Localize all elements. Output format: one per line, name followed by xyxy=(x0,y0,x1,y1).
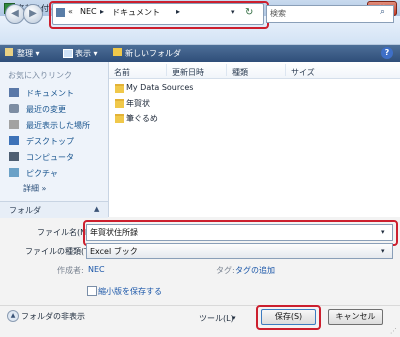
list-item[interactable]: My Data Sources xyxy=(126,83,193,92)
cancel-button[interactable]: キャンセル xyxy=(328,309,383,325)
divider xyxy=(0,305,400,306)
address-highlight-box xyxy=(49,1,269,29)
tag-add-link[interactable]: タグの追加 xyxy=(235,265,275,276)
folders-label: フォルダ xyxy=(9,206,41,215)
desktop-icon xyxy=(9,136,19,145)
forward-button[interactable]: ▶ xyxy=(23,4,43,24)
search-placeholder: 検索 xyxy=(270,9,286,18)
column-divider[interactable] xyxy=(285,64,286,76)
save-thumbnail-checkbox[interactable] xyxy=(87,286,97,296)
view-button[interactable]: 表示 ▾ xyxy=(75,48,98,59)
folder-icon xyxy=(115,99,124,108)
column-divider[interactable] xyxy=(226,64,227,76)
column-size[interactable]: サイズ xyxy=(291,67,315,78)
chevron-down-icon[interactable]: ▾ xyxy=(381,247,385,255)
folder-icon xyxy=(115,84,124,93)
sidebar-item-desktop[interactable]: デスクトップ xyxy=(26,136,74,147)
view-icon xyxy=(63,49,73,58)
collapse-icon[interactable]: ▲ xyxy=(7,310,19,322)
recent-changes-icon xyxy=(9,104,19,113)
column-divider[interactable] xyxy=(166,64,167,76)
resize-grip-icon[interactable]: ⋰ xyxy=(390,327,397,335)
filetype-label: ファイルの種類(T): xyxy=(25,247,95,256)
sidebar-item-pictures[interactable]: ピクチャ xyxy=(26,168,58,179)
new-folder-button[interactable]: 新しいフォルダ xyxy=(125,48,181,59)
sidebar-item-recent-changes[interactable]: 最近の変更 xyxy=(26,104,66,115)
author-label: 作成者: xyxy=(57,266,84,275)
column-modified[interactable]: 更新日時 xyxy=(172,67,204,78)
list-item[interactable]: 年賀状 xyxy=(126,98,150,109)
recent-places-icon xyxy=(9,120,19,129)
details-link[interactable]: 詳細 » xyxy=(23,183,46,194)
column-header-row xyxy=(109,62,400,79)
chevron-down-icon[interactable]: ▾ xyxy=(232,314,236,322)
column-type[interactable]: 種類 xyxy=(232,67,248,78)
toolbar xyxy=(0,45,400,62)
documents-icon xyxy=(9,88,19,97)
hide-folders-button[interactable]: フォルダの非表示 xyxy=(21,311,85,322)
pictures-icon xyxy=(9,168,19,177)
tools-button[interactable]: ツール(L) xyxy=(199,313,234,324)
organize-button[interactable]: 整理 ▾ xyxy=(17,48,40,59)
chevron-up-icon[interactable]: ▲ xyxy=(94,205,99,213)
list-item[interactable]: 筆ぐるめ xyxy=(126,113,158,124)
help-icon[interactable]: ? xyxy=(381,47,393,59)
refresh-icon[interactable]: ↻ xyxy=(245,7,253,18)
filetype-value[interactable]: Excel ブック xyxy=(90,246,138,257)
new-folder-icon xyxy=(113,48,122,56)
back-button[interactable]: ◀ xyxy=(5,4,25,24)
favorites-header: お気に入りリンク xyxy=(8,71,72,80)
search-icon[interactable]: ⌕ xyxy=(380,7,385,17)
organize-icon xyxy=(5,48,13,56)
author-value[interactable]: NEC xyxy=(88,265,105,274)
tag-label: タグ: xyxy=(216,266,235,275)
folder-icon xyxy=(115,114,124,123)
save-thumbnail-label[interactable]: 縮小版を保存する xyxy=(98,286,162,297)
sidebar-item-computer[interactable]: コンピュータ xyxy=(26,152,74,163)
computer-icon xyxy=(9,152,19,161)
save-highlight-box xyxy=(256,305,321,330)
sidebar-item-recent-places[interactable]: 最近表示した場所 xyxy=(26,120,90,131)
column-name[interactable]: 名前 xyxy=(114,67,130,78)
sidebar-item-documents[interactable]: ドキュメント xyxy=(26,88,74,99)
